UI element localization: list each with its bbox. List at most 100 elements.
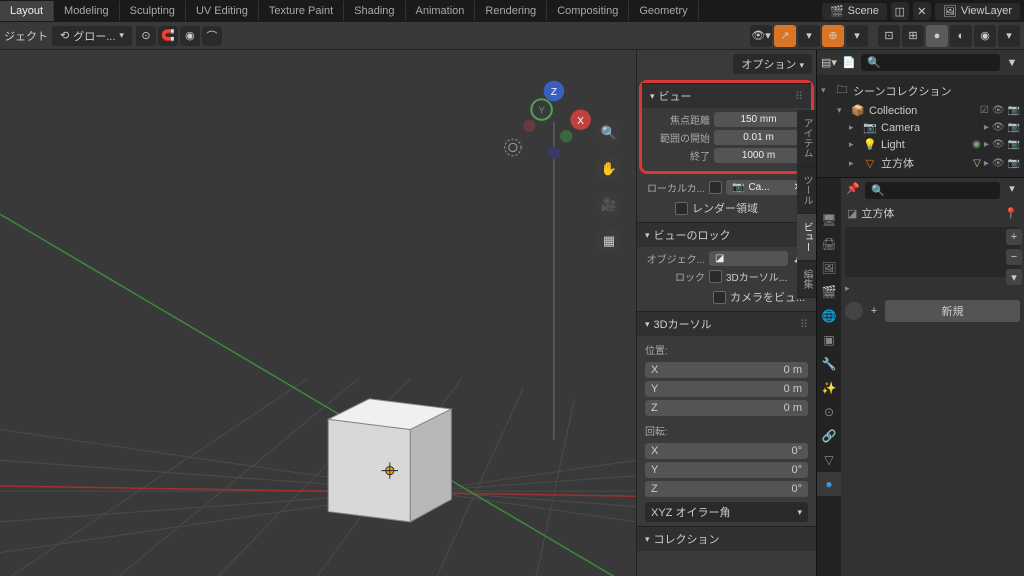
vtab-edit[interactable]: 編集 [797,261,816,298]
visibility-icon[interactable]: 👁 [992,122,1005,133]
focal-length-field[interactable]: 150 mm [714,112,803,127]
prop-options-icon[interactable]: ▾ [1004,182,1020,199]
view-section-header[interactable]: ▾ ビュー ⠿ [642,83,811,108]
clip-start-field[interactable]: 0.01 m [714,130,803,145]
tab-texturepaint[interactable]: Texture Paint [259,1,344,21]
gizmo-dropdown[interactable]: ▾ [798,25,820,47]
view-lock-header[interactable]: ▾ ビューのロック [637,222,816,247]
tab-animation[interactable]: Animation [406,1,476,21]
render-icon[interactable]: 📷 [1008,105,1020,116]
vtab-item[interactable]: アイテム [797,110,816,167]
view-object-types-button[interactable]: 👁▾ [750,25,772,47]
orientation-dropdown[interactable]: ⟲ グロー... ▾ [52,26,132,46]
clip-end-field[interactable]: 1000 m [714,148,803,163]
shading-rendered-button[interactable]: ◉ [974,25,996,47]
proportional-falloff-button[interactable]: ⌒ [202,26,222,46]
zoom-button[interactable]: 🔍 [596,120,622,146]
scene-browse-button[interactable]: ◫ [891,2,909,20]
local-camera-field[interactable]: 📷 Ca... ✕ [726,180,808,195]
mesh-data-icon[interactable]: ▽ [973,158,981,169]
expand-icon[interactable]: ▸ [849,139,859,150]
camera-view-button[interactable]: 🎥 [596,192,622,218]
cursor-location-x[interactable]: X0 m [645,362,808,378]
pan-button[interactable]: ✋ [596,156,622,182]
viewlayer-field[interactable]: 🖼 ViewLayer [935,3,1020,20]
remove-material-slot-button[interactable]: − [1006,249,1022,265]
prop-tab-scene[interactable]: 🎬 [817,280,841,304]
options-button[interactable]: オプション ▾ [733,54,812,74]
tree-row-camera[interactable]: ▸ 📷 Camera ▸👁📷 [817,119,1024,136]
3d-viewport[interactable]: Z X Y 🔍 ✋ 🎥 ▦ [0,50,636,576]
collapse-icon[interactable]: ▾ [821,85,831,96]
rotation-mode-dropdown[interactable]: XYZ オイラー角 ▾ [645,502,808,522]
scene-new-button[interactable]: ✕ [913,2,931,20]
pivot-button[interactable]: ⊙ [136,26,156,46]
perspective-toggle-button[interactable]: ▦ [596,228,622,254]
collapse-icon[interactable]: ▾ [837,105,847,116]
tree-row-collection[interactable]: ▾ 📦 Collection ☑👁📷 [817,102,1024,119]
expand-icon[interactable]: ▸ [849,122,859,133]
vtab-view[interactable]: ビュー [797,214,816,261]
cursor-rotation-z[interactable]: Z0° [645,481,808,497]
visibility-icon[interactable]: 👁 [992,105,1005,116]
pin-icon[interactable]: 📍 [1004,207,1018,220]
show-overlays-button[interactable]: ⊕ [822,25,844,47]
prop-tab-physics[interactable]: ⊙ [817,400,841,424]
shading-material-button[interactable]: ◐ [950,25,972,47]
prop-tab-data[interactable]: ▽ [817,448,841,472]
render-icon[interactable]: 📷 [1008,122,1020,133]
material-slot-menu[interactable]: ▾ [1006,269,1022,285]
selectable-icon[interactable]: ▸ [984,158,989,169]
material-slot-list[interactable]: + − ▾ [845,227,1020,277]
tree-row-cube[interactable]: ▸ ▽ 立方体 ▽▸👁📷 [817,153,1024,173]
render-region-checkbox[interactable] [675,202,688,215]
tab-sculpting[interactable]: Sculpting [120,1,186,21]
prop-tab-viewlayer[interactable]: 🖼 [817,256,841,280]
collection-section-header[interactable]: ▾ コレクション [637,526,816,551]
properties-search[interactable]: 🔍 [865,182,1000,199]
outliner-filter-icon[interactable]: 📄 [841,56,857,69]
add-material-slot-button[interactable]: + [1006,229,1022,245]
tab-layout[interactable]: Layout [0,1,54,21]
render-icon[interactable]: 📷 [1008,139,1020,150]
prop-tab-material[interactable]: ● [817,472,841,496]
shading-wireframe-button[interactable]: ⊞ [902,25,924,47]
shading-solid-button[interactable]: ● [926,25,948,47]
lock-camera-checkbox[interactable] [713,291,726,304]
cursor-location-y[interactable]: Y0 m [645,381,808,397]
outliner-filter-button[interactable]: ▼ [1004,57,1020,69]
outliner-display-mode[interactable]: ▤▾ [821,56,837,69]
prop-tab-output[interactable]: 🖨 [817,232,841,256]
xray-button[interactable]: ⊡ [878,25,900,47]
cursor-rotation-y[interactable]: Y0° [645,462,808,478]
prop-tab-constraints[interactable]: 🔗 [817,424,841,448]
snap-button[interactable]: 🧲 [158,26,178,46]
cursor-rotation-x[interactable]: X0° [645,443,808,459]
tab-shading[interactable]: Shading [344,1,405,21]
material-link-icon[interactable]: + [867,305,881,317]
lock-3dcursor-checkbox[interactable] [709,270,722,283]
tab-compositing[interactable]: Compositing [547,1,629,21]
visibility-icon[interactable]: 👁 [992,139,1005,150]
visibility-icon[interactable]: 👁 [992,158,1005,169]
prop-tab-world[interactable]: 🌐 [817,304,841,328]
prop-pin-icon[interactable]: 📌 [845,182,861,199]
local-camera-checkbox[interactable] [709,181,722,194]
prop-tab-object[interactable]: ▣ [817,328,841,352]
selectable-icon[interactable]: ▸ [984,139,989,150]
vtab-tool[interactable]: ツール [797,167,816,214]
new-material-button[interactable]: 新規 [885,300,1020,322]
proportional-button[interactable]: ◉ [180,26,200,46]
light-data-icon[interactable]: ◉ [972,139,981,150]
tab-modeling[interactable]: Modeling [54,1,120,21]
prop-tab-render[interactable]: 🖥 [817,208,841,232]
shading-dropdown[interactable]: ▾ [998,25,1020,47]
tab-geometry[interactable]: Geometry [629,1,698,21]
tab-uvediting[interactable]: UV Editing [186,1,259,21]
lock-object-field[interactable]: ◪ [709,251,788,266]
prop-tab-particles[interactable]: ✨ [817,376,841,400]
selectable-icon[interactable]: ▸ [984,122,989,133]
outliner-search[interactable]: 🔍 [861,54,1000,71]
exclude-checkbox[interactable]: ☑ [980,105,989,116]
overlays-dropdown[interactable]: ▾ [846,25,868,47]
